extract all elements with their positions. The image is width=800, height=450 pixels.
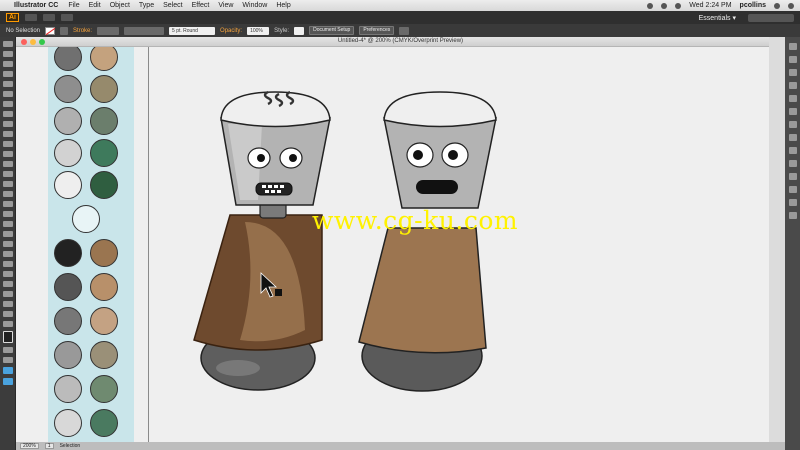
style-label: Style: xyxy=(274,27,290,34)
illustrator-logo: Ai xyxy=(6,13,19,22)
align-panel-icon[interactable] xyxy=(788,186,797,193)
arrange-icon[interactable] xyxy=(399,26,410,35)
wifi-icon[interactable] xyxy=(647,2,654,9)
gradient-panel-icon[interactable] xyxy=(788,108,797,115)
notification-center-icon[interactable] xyxy=(788,2,794,9)
preferences-button[interactable]: Preferences xyxy=(359,26,395,35)
menu-object[interactable]: Object xyxy=(110,2,130,9)
color-panel-icon[interactable] xyxy=(788,43,797,50)
variable-width-profile[interactable] xyxy=(124,26,165,35)
brushes-panel-icon[interactable] xyxy=(788,69,797,76)
right-head xyxy=(383,117,497,209)
menu-window[interactable]: Window xyxy=(242,2,267,9)
opacity-field[interactable]: 100% xyxy=(247,26,270,35)
pathfinder-panel-icon[interactable] xyxy=(788,199,797,206)
left-mouth xyxy=(255,182,293,196)
collapsed-panel-dock xyxy=(785,37,800,450)
menu-edit[interactable]: Edit xyxy=(89,2,101,9)
opacity-label[interactable]: Opacity: xyxy=(220,28,242,34)
right-char-mouth xyxy=(416,180,458,194)
stroke-weight-field[interactable] xyxy=(97,26,120,35)
right-pupil xyxy=(289,154,297,162)
swatches-panel-icon[interactable] xyxy=(788,56,797,63)
current-tool-status[interactable]: Selection xyxy=(60,443,81,449)
right-char-right-pupil xyxy=(448,150,458,160)
menu-help[interactable]: Help xyxy=(276,2,290,9)
appearance-panel-icon[interactable] xyxy=(788,134,797,141)
bridge-icon[interactable] xyxy=(25,14,37,21)
fill-dropdown-icon[interactable] xyxy=(60,26,69,35)
right-char-left-pupil xyxy=(413,150,423,160)
artwork-layer[interactable] xyxy=(0,37,800,450)
menu-effect[interactable]: Effect xyxy=(192,2,210,9)
document-status-bar: 200% 1 Selection xyxy=(16,442,785,450)
tooth xyxy=(265,190,269,193)
spotlight-icon[interactable] xyxy=(774,2,780,9)
fill-swatch[interactable] xyxy=(45,26,56,35)
left-base-highlight xyxy=(216,360,260,376)
menu-type[interactable]: Type xyxy=(139,2,154,9)
transparency-panel-icon[interactable] xyxy=(788,121,797,128)
volume-icon[interactable] xyxy=(661,2,668,9)
symbols-panel-icon[interactable] xyxy=(788,82,797,89)
arrange-documents-icon[interactable] xyxy=(43,14,55,21)
brush-definition[interactable]: 5 pt. Round xyxy=(169,26,216,35)
artboard-number-field[interactable]: 1 xyxy=(44,443,54,449)
menu-file[interactable]: File xyxy=(68,2,79,9)
menubar-status-area: Wed 2:24 PM pcollins xyxy=(647,2,800,9)
search-stock-input[interactable] xyxy=(748,13,794,22)
document-setup-button[interactable]: Document Setup xyxy=(309,26,355,35)
watermark-text: www.cg-ku.com xyxy=(312,206,519,235)
workspace-switcher[interactable]: Essentials ▾ xyxy=(699,14,736,22)
vertical-scrollbar[interactable] xyxy=(769,37,785,442)
app-menu-illustrator[interactable]: Illustrator CC xyxy=(14,2,58,9)
left-pupil xyxy=(257,154,265,162)
application-bar: Ai Essentials ▾ xyxy=(0,11,800,24)
menu-select[interactable]: Select xyxy=(163,2,182,9)
tooth xyxy=(268,185,272,188)
menu-bar: Illustrator CC File Edit Object Type Sel… xyxy=(0,0,800,11)
tooth xyxy=(277,190,281,193)
control-bar: No Selection Stroke: 5 pt. Round Opacity… xyxy=(0,24,800,37)
selection-status: No Selection xyxy=(6,27,41,34)
transform-panel-icon[interactable] xyxy=(788,212,797,219)
zoom-level-field[interactable]: 200% xyxy=(20,443,39,449)
tooth xyxy=(280,185,284,188)
right-dome xyxy=(383,91,497,128)
tooth xyxy=(271,190,275,193)
user-name[interactable]: pcollins xyxy=(740,2,766,9)
left-character[interactable] xyxy=(193,90,331,391)
graphic-styles-panel-icon[interactable] xyxy=(788,147,797,154)
right-body xyxy=(358,227,487,354)
tooth xyxy=(262,185,266,188)
clock[interactable]: Wed 2:24 PM xyxy=(689,2,731,9)
right-character[interactable] xyxy=(358,91,497,392)
tooth xyxy=(274,185,278,188)
layers-panel-icon[interactable] xyxy=(788,160,797,167)
battery-icon[interactable] xyxy=(675,2,682,9)
stroke-panel-icon[interactable] xyxy=(788,95,797,102)
gpu-rocket-icon[interactable] xyxy=(61,14,73,21)
artboards-panel-icon[interactable] xyxy=(788,173,797,180)
graphic-style-swatch[interactable] xyxy=(294,26,305,35)
menu-view[interactable]: View xyxy=(218,2,233,9)
stroke-label[interactable]: Stroke: xyxy=(73,28,92,34)
